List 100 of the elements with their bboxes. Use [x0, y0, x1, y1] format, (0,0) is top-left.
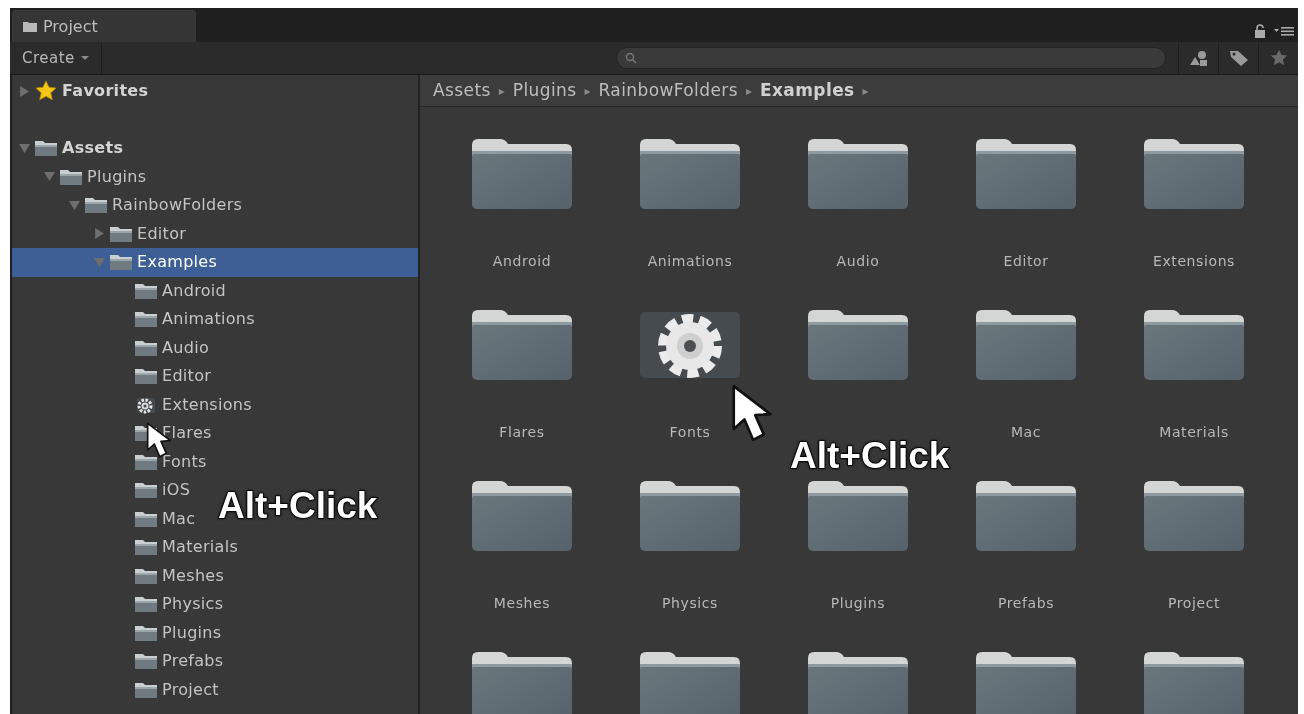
tree-label: Meshes — [162, 564, 225, 587]
tree-item[interactable]: Examples — [12, 248, 418, 277]
tree-item[interactable]: Animations — [12, 305, 259, 334]
tree-label: Mac — [162, 507, 196, 530]
folder-label: Physics — [662, 594, 718, 613]
folder-icon — [134, 367, 158, 386]
tag-icon[interactable] — [1228, 49, 1249, 67]
folder-icon — [470, 650, 574, 714]
folder-icon — [974, 650, 1078, 714]
tree-item[interactable]: Physics — [12, 590, 228, 619]
folder-icon — [470, 137, 574, 211]
star-icon[interactable] — [1269, 49, 1288, 67]
tree-item[interactable]: RainbowFolders — [12, 191, 247, 220]
folder-label: Animations — [647, 252, 733, 271]
tree-item[interactable]: Materials — [12, 533, 243, 562]
tree-label: Editor — [137, 222, 187, 245]
tree-label: Flares — [162, 422, 212, 445]
tree-label: Project — [162, 678, 219, 701]
menu-icon[interactable] — [1274, 25, 1294, 37]
search-field[interactable] — [616, 47, 1166, 69]
tree-item[interactable]: Project — [12, 675, 223, 704]
tree-item[interactable]: iOS — [12, 476, 195, 505]
search-icon — [625, 52, 637, 64]
tree-label: Examples — [137, 251, 218, 274]
caret-icon[interactable] — [93, 256, 105, 268]
tree-label: Favorites — [62, 80, 149, 103]
caret-icon[interactable] — [93, 228, 105, 240]
folder-icon — [34, 139, 58, 158]
folder-icon — [134, 623, 158, 642]
folder-icon — [134, 509, 158, 528]
folder-label: Materials — [1159, 423, 1229, 442]
folder-icon — [1142, 650, 1246, 714]
folder-icon — [134, 538, 158, 557]
shapes-icon[interactable] — [1188, 49, 1209, 67]
tree-item[interactable]: Assets — [12, 134, 128, 163]
folder-icon — [134, 281, 158, 300]
tree-label: Extensions — [162, 393, 252, 416]
folder-icon — [134, 452, 158, 471]
folder-icon — [134, 338, 158, 357]
folder-icon — [84, 196, 108, 215]
breadcrumb-link[interactable]: Assets — [433, 77, 491, 104]
breadcrumb-link[interactable]: RainbowFolders — [598, 77, 738, 104]
tree-label: Audio — [162, 336, 209, 359]
folder-icon — [806, 308, 910, 382]
folder-label: Editor — [1003, 252, 1049, 271]
project-tab[interactable]: Project — [12, 10, 196, 42]
tree-label: Physics — [162, 593, 224, 616]
annotation-label: Alt+Click — [790, 434, 950, 478]
folder-icon — [134, 481, 158, 500]
caret-icon[interactable] — [18, 85, 30, 97]
folder-label: Project — [1167, 594, 1221, 613]
tree-item[interactable]: Extensions — [12, 390, 256, 419]
caret-icon[interactable] — [18, 142, 30, 154]
breadcrumb-separator: ▸ — [498, 82, 505, 100]
folder-icon — [638, 650, 742, 714]
folder-label: Plugins — [830, 594, 886, 613]
folder-icon — [1142, 479, 1246, 553]
tree-label: Animations — [162, 308, 255, 331]
tree-label: Plugins — [87, 165, 147, 188]
folder-icon — [59, 167, 83, 186]
tree-item[interactable]: Meshes — [12, 561, 229, 590]
folder-icon — [638, 479, 742, 553]
folder-icon — [974, 308, 1078, 382]
tree-item[interactable]: Prefabs — [12, 647, 228, 676]
tree-label: RainbowFolders — [112, 194, 243, 217]
folder-icon — [974, 479, 1078, 553]
folder-icon — [470, 308, 574, 382]
folder-icon — [134, 310, 158, 329]
folder-icon — [806, 479, 910, 553]
folder-icon — [134, 566, 158, 585]
create-button[interactable]: Create — [10, 42, 102, 74]
tree-item[interactable]: Android — [12, 276, 230, 305]
tree-item[interactable]: Plugins — [12, 618, 226, 647]
caret-icon[interactable] — [68, 199, 80, 211]
tree-item[interactable]: Editor — [12, 219, 191, 248]
folder-icon — [134, 595, 158, 614]
folder-label: Meshes — [493, 594, 551, 613]
folder-icon — [806, 650, 910, 714]
folder-label: Extensions — [1153, 252, 1235, 271]
lock-icon[interactable] — [1254, 24, 1266, 38]
tree-item[interactable]: Editor — [12, 362, 216, 391]
caret-icon[interactable] — [43, 171, 55, 183]
breadcrumb-separator: ▸ — [745, 82, 752, 100]
folder-label: Mac — [1010, 423, 1042, 442]
folder-icon — [1142, 137, 1246, 211]
caret-icon — [80, 55, 89, 61]
breadcrumb-separator: ▸ — [584, 82, 591, 100]
folder-icon — [134, 652, 158, 671]
folder-icon — [470, 479, 574, 553]
tree-label: iOS — [162, 479, 191, 502]
tree-item[interactable]: Audio — [12, 333, 213, 362]
breadcrumb-link[interactable]: Plugins — [512, 77, 577, 104]
tree-item[interactable]: Fonts — [12, 447, 211, 476]
tree-label: Fonts — [162, 450, 207, 473]
breadcrumb-link[interactable]: Examples — [760, 77, 855, 104]
tree-item[interactable]: Plugins — [12, 162, 151, 191]
folder-icon — [974, 137, 1078, 211]
tree-item[interactable]: Mac — [12, 504, 200, 533]
annotation-label: Alt+Click — [218, 484, 378, 528]
tree-item[interactable]: Favorites — [12, 77, 153, 106]
